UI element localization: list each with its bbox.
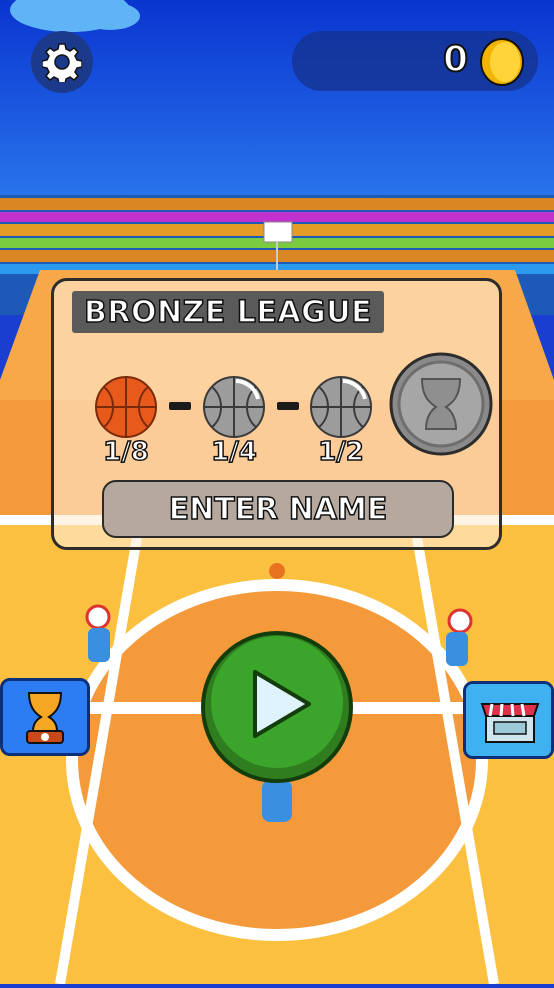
stage-connector — [169, 402, 191, 410]
gear-icon — [42, 43, 82, 82]
player-center — [262, 780, 292, 822]
gold-coin-icon — [480, 38, 524, 86]
shop-button[interactable] — [463, 681, 554, 759]
trophy-icon — [3, 681, 87, 753]
stage-label-3: 1/2 — [317, 436, 364, 468]
stage-connector — [277, 402, 299, 410]
orange-basketball-icon — [95, 376, 157, 438]
league-title: BRONZE LEAGUE — [83, 294, 373, 331]
coin-count: 0 — [442, 38, 469, 81]
play-icon — [201, 631, 353, 783]
player-left — [85, 604, 111, 662]
stage-label-1: 1/8 — [102, 436, 149, 468]
coin-counter: 0 — [292, 31, 538, 91]
trophies-button[interactable] — [0, 678, 90, 756]
enter-name-button[interactable]: ENTER NAME — [102, 480, 454, 538]
league-panel: BRONZE LEAGUE 1/8 1/4 1/2 ENTER NAME — [51, 278, 502, 550]
gray-basketball-icon — [310, 376, 372, 438]
gray-trophy-icon — [389, 352, 493, 456]
court-ball — [269, 563, 285, 579]
settings-button[interactable] — [31, 31, 93, 93]
play-button[interactable] — [200, 630, 354, 784]
enter-name-label: ENTER NAME — [168, 491, 388, 528]
backboard — [263, 221, 293, 243]
stage-label-2: 1/4 — [210, 436, 257, 468]
player-right — [446, 608, 473, 666]
league-title-box: BRONZE LEAGUE — [72, 291, 385, 333]
shop-icon — [466, 684, 551, 756]
gray-basketball-icon — [203, 376, 265, 438]
